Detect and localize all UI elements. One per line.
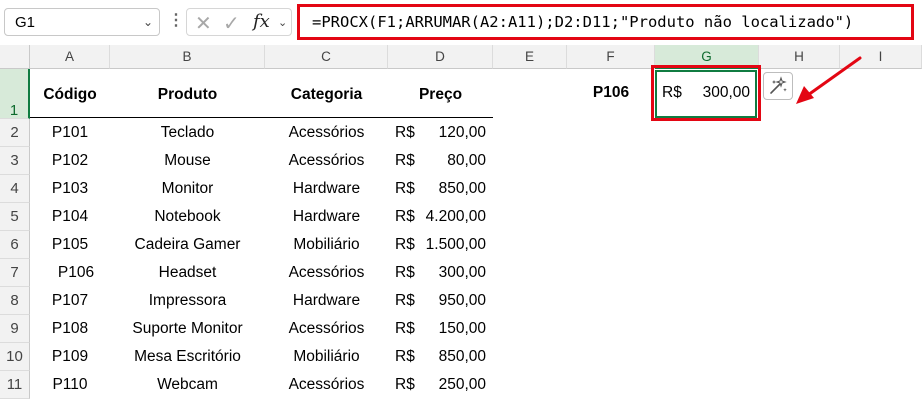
row-header-2[interactable]: 2 bbox=[0, 119, 30, 147]
cell-code[interactable]: P107 bbox=[30, 292, 110, 310]
cell-product[interactable]: Mouse bbox=[110, 152, 265, 170]
active-cell-g1[interactable] bbox=[655, 70, 757, 118]
column-header-e[interactable]: E bbox=[493, 45, 567, 69]
row-header-8[interactable]: 8 bbox=[0, 287, 30, 315]
function-icon[interactable]: fx bbox=[253, 11, 270, 32]
cell-code[interactable]: P104 bbox=[30, 208, 110, 226]
cell-currency[interactable]: R$ bbox=[395, 292, 415, 310]
enter-icon[interactable]: ✓ bbox=[223, 11, 240, 36]
cell-code[interactable]: P105 bbox=[30, 236, 110, 254]
cell-price[interactable]: 1.500,00 bbox=[420, 236, 486, 254]
cell-currency[interactable]: R$ bbox=[395, 264, 415, 282]
header-codigo[interactable]: Código bbox=[30, 86, 110, 104]
cell-currency[interactable]: R$ bbox=[395, 320, 415, 338]
cell-price[interactable]: 120,00 bbox=[420, 124, 486, 142]
row-header-5[interactable]: 5 bbox=[0, 203, 30, 231]
cell-code[interactable]: P109 bbox=[30, 348, 110, 366]
cell-product[interactable]: Suporte Monitor bbox=[110, 320, 265, 338]
select-all-corner[interactable] bbox=[0, 45, 30, 69]
column-header-a[interactable]: A bbox=[30, 45, 110, 69]
cell-code[interactable]: P103 bbox=[30, 180, 110, 198]
cell-category[interactable]: Hardware bbox=[265, 180, 388, 198]
header-categoria[interactable]: Categoria bbox=[265, 86, 388, 104]
row-header-7[interactable]: 7 bbox=[0, 259, 30, 287]
cell-price[interactable]: 150,00 bbox=[420, 320, 486, 338]
cell-product[interactable]: Mesa Escritório bbox=[110, 348, 265, 366]
cell-price[interactable]: 80,00 bbox=[420, 152, 486, 170]
chevron-down-icon[interactable]: ⌄ bbox=[278, 16, 287, 29]
cell-category[interactable]: Acessórios bbox=[265, 320, 388, 338]
cell-currency[interactable]: R$ bbox=[395, 208, 415, 226]
cell-category[interactable]: Acessórios bbox=[265, 264, 388, 282]
row-header-11[interactable]: 11 bbox=[0, 371, 30, 399]
column-header-d[interactable]: D bbox=[388, 45, 493, 69]
cell-currency[interactable]: R$ bbox=[395, 152, 415, 170]
row-header-10[interactable]: 10 bbox=[0, 343, 30, 371]
cell-product[interactable]: Teclado bbox=[110, 124, 265, 142]
column-header-c[interactable]: C bbox=[265, 45, 388, 69]
cell-price[interactable]: 300,00 bbox=[420, 264, 486, 282]
cell-currency[interactable]: R$ bbox=[395, 376, 415, 394]
more-options-icon[interactable]: ⋮ bbox=[168, 10, 184, 30]
row-header-3[interactable]: 3 bbox=[0, 147, 30, 175]
annotation-arrow bbox=[796, 56, 862, 104]
column-header-b[interactable]: B bbox=[110, 45, 265, 69]
header-produto[interactable]: Produto bbox=[110, 86, 265, 104]
cell-product[interactable]: Webcam bbox=[110, 376, 265, 394]
column-header-f[interactable]: F bbox=[567, 45, 655, 69]
cell-code[interactable]: P110 bbox=[30, 376, 110, 394]
cell-code[interactable]: P106 bbox=[36, 264, 116, 282]
cell-price[interactable]: 250,00 bbox=[420, 376, 486, 394]
chevron-down-icon[interactable]: ⌄ bbox=[143, 15, 153, 29]
cell-price[interactable]: 950,00 bbox=[420, 292, 486, 310]
formula-bar: G1 ⌄ ⋮ ✕ ✓ fx ⌄ =PROCX(F1;ARRUMAR(A2:A11… bbox=[0, 0, 922, 44]
cell-category[interactable]: Acessórios bbox=[265, 376, 388, 394]
formula-actions: ✕ ✓ fx ⌄ bbox=[186, 8, 292, 36]
name-box[interactable]: G1 ⌄ bbox=[4, 8, 160, 36]
header-preco[interactable]: Preço bbox=[388, 86, 493, 104]
cell-price[interactable]: 850,00 bbox=[420, 180, 486, 198]
cell-category[interactable]: Acessórios bbox=[265, 152, 388, 170]
quick-analysis-button[interactable] bbox=[763, 72, 793, 100]
cell-currency[interactable]: R$ bbox=[395, 348, 415, 366]
cell-category[interactable]: Mobiliário bbox=[265, 348, 388, 366]
cell-product[interactable]: Headset bbox=[110, 264, 265, 282]
header-underline bbox=[30, 117, 493, 118]
cell-product[interactable]: Monitor bbox=[110, 180, 265, 198]
row-header-4[interactable]: 4 bbox=[0, 175, 30, 203]
lookup-key-cell[interactable]: P106 bbox=[567, 84, 655, 102]
cell-product[interactable]: Cadeira Gamer bbox=[110, 236, 265, 254]
name-box-value: G1 bbox=[15, 14, 36, 31]
cell-price[interactable]: 4.200,00 bbox=[420, 208, 486, 226]
cell-code[interactable]: P108 bbox=[30, 320, 110, 338]
cell-currency[interactable]: R$ bbox=[395, 180, 415, 198]
cell-category[interactable]: Mobiliário bbox=[265, 236, 388, 254]
cell-product[interactable]: Notebook bbox=[110, 208, 265, 226]
cancel-icon[interactable]: ✕ bbox=[195, 11, 212, 36]
cell-category[interactable]: Acessórios bbox=[265, 124, 388, 142]
cell-category[interactable]: Hardware bbox=[265, 292, 388, 310]
cell-category[interactable]: Hardware bbox=[265, 208, 388, 226]
cell-code[interactable]: P102 bbox=[30, 152, 110, 170]
sparkle-icon bbox=[770, 76, 787, 94]
row-header-1[interactable]: 1 bbox=[0, 69, 30, 119]
cell-product[interactable]: Impressora bbox=[110, 292, 265, 310]
cell-code[interactable]: P101 bbox=[30, 124, 110, 142]
cell-price[interactable]: 850,00 bbox=[420, 348, 486, 366]
row-header-6[interactable]: 6 bbox=[0, 231, 30, 259]
formula-input[interactable]: =PROCX(F1;ARRUMAR(A2:A11);D2:D11;"Produt… bbox=[297, 4, 914, 40]
formula-text: =PROCX(F1;ARRUMAR(A2:A11);D2:D11;"Produt… bbox=[312, 13, 854, 31]
cell-currency[interactable]: R$ bbox=[395, 236, 415, 254]
cell-currency[interactable]: R$ bbox=[395, 124, 415, 142]
row-header-9[interactable]: 9 bbox=[0, 315, 30, 343]
